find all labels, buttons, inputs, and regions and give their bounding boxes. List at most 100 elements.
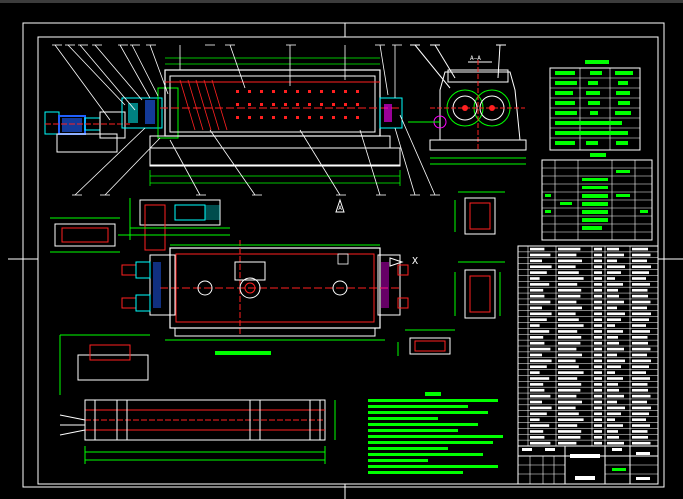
- parts-cell-text: [594, 283, 602, 286]
- parts-cell-text: [594, 359, 602, 363]
- technical-spec-table: [549, 60, 641, 151]
- material-list-table: [541, 153, 653, 241]
- parts-cell-text: [530, 336, 544, 339]
- parts-cell-text: [594, 312, 602, 316]
- parts-cell-text: [594, 412, 602, 416]
- parts-cell-text: [594, 318, 602, 321]
- parts-cell-text: [530, 347, 551, 351]
- parts-cell-text: [530, 388, 545, 392]
- title-block: [517, 445, 659, 485]
- parts-cell-text: [558, 400, 582, 404]
- parts-cell-text: [632, 406, 651, 410]
- parts-cell-text: [632, 400, 647, 404]
- parts-cell-text: [594, 441, 602, 445]
- parts-cell-text: [607, 412, 621, 416]
- side-section-view: A—A: [408, 44, 527, 165]
- parts-cell-text: [558, 265, 576, 269]
- parts-cell-text: [530, 318, 547, 321]
- parts-cell-text: [594, 324, 602, 327]
- parts-cell-text: [594, 377, 602, 380]
- parts-cell-text: [607, 406, 625, 410]
- parts-cell-text: [607, 347, 624, 351]
- parts-cell-text: [530, 424, 550, 427]
- parts-cell-text: [632, 271, 649, 274]
- parts-cell-text: [607, 336, 618, 339]
- parts-cell-text: [594, 394, 602, 398]
- parts-cell-text: [607, 400, 617, 404]
- parts-cell-text: [558, 353, 582, 357]
- parts-cell-text: [594, 306, 602, 310]
- parts-cell-text: [558, 318, 579, 321]
- parts-cell-text: [558, 388, 581, 392]
- parts-cell-text: [530, 406, 552, 410]
- parts-cell-text: [558, 336, 582, 339]
- parts-cell-text: [594, 265, 602, 269]
- parts-cell-text: [632, 383, 648, 386]
- parts-cell-text: [632, 418, 646, 421]
- plan-view: X: [121, 198, 418, 355]
- parts-cell-text: [558, 330, 578, 333]
- parts-cell-text: [558, 306, 582, 310]
- parts-cell-text: [594, 430, 602, 433]
- parts-cell-text: [607, 418, 615, 421]
- parts-cell-text: [558, 430, 582, 433]
- side-view-label: A—A: [470, 55, 481, 62]
- parts-cell-text: [607, 283, 623, 286]
- parts-cell-text: [530, 306, 542, 310]
- parts-cell-text: [558, 259, 582, 263]
- parts-cell-text: [632, 324, 646, 327]
- parts-cell-text: [607, 318, 621, 321]
- front-elevation-view: A: [44, 44, 440, 213]
- parts-cell-text: [558, 341, 581, 345]
- parts-cell-text: [632, 265, 651, 269]
- parts-cell-text: [558, 359, 576, 363]
- window-title-strip: [0, 0, 683, 3]
- parts-cell-text: [594, 336, 602, 339]
- parts-cell-text: [530, 288, 544, 292]
- parts-cell-text: [632, 306, 647, 310]
- parts-cell-text: [632, 412, 649, 416]
- parts-cell-text: [607, 365, 621, 369]
- parts-cell-text: [607, 359, 625, 363]
- parts-cell-text: [558, 424, 578, 427]
- parts-cell-text: [530, 324, 540, 327]
- parts-cell-text: [607, 300, 624, 304]
- detail-view-left: [50, 217, 130, 253]
- parts-cell-text: [632, 259, 647, 263]
- parts-cell-text: [594, 294, 602, 298]
- parts-cell-text: [530, 259, 542, 263]
- parts-cell-text: [607, 259, 617, 263]
- parts-cell-text: [530, 365, 547, 369]
- parts-cell-text: [632, 247, 648, 251]
- parts-cell-text: [607, 288, 618, 292]
- parts-cell-text: [530, 436, 545, 439]
- parts-cell-text: [632, 353, 647, 357]
- trough-development-view: [59, 334, 336, 464]
- parts-cell-text: [558, 288, 582, 292]
- parts-cell-text: [594, 300, 602, 304]
- parts-cell-text: [607, 265, 625, 269]
- cad-crosshair: [337, 253, 349, 265]
- parts-cell-text: [632, 388, 648, 392]
- parts-cell-text: [607, 253, 624, 257]
- parts-cell-text: [530, 394, 551, 398]
- parts-cell-text: [607, 353, 617, 357]
- parts-cell-text: [530, 247, 545, 251]
- parts-cell-text: [530, 359, 552, 363]
- parts-cell-text: [558, 394, 577, 398]
- parts-cell-text: [530, 312, 552, 316]
- parts-cell-text: [594, 418, 602, 421]
- parts-cell-text: [632, 347, 651, 351]
- parts-cell-text: [607, 306, 617, 310]
- parts-cell-text: [594, 288, 602, 292]
- parts-cell-text: [607, 294, 619, 298]
- section-arrow-label: A: [338, 205, 342, 212]
- parts-cell-text: [558, 406, 576, 410]
- parts-cell-text: [632, 330, 650, 333]
- parts-cell-text: [558, 365, 579, 369]
- parts-cell-text: [632, 377, 650, 380]
- section-marker: X: [412, 256, 418, 267]
- parts-cell-text: [594, 277, 602, 280]
- parts-cell-text: [594, 353, 602, 357]
- parts-cell-text: [530, 341, 545, 345]
